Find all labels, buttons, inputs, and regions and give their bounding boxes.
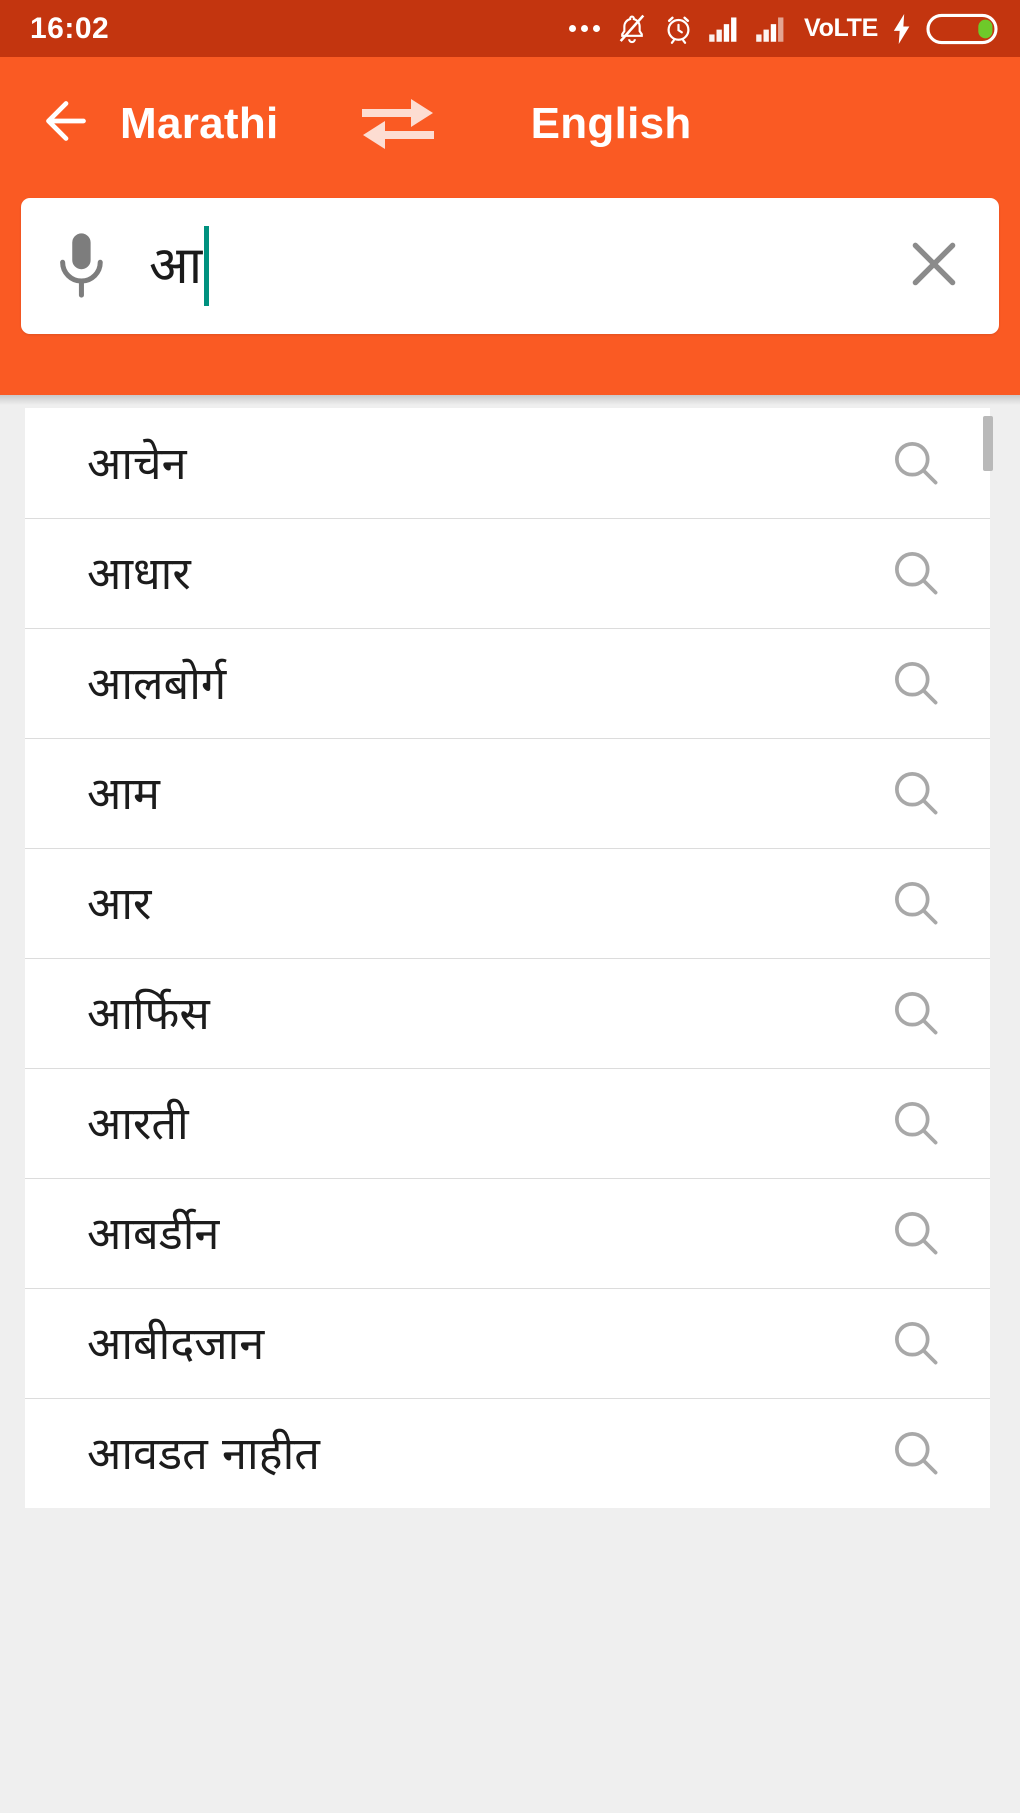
scrollbar-thumb[interactable] [983,416,993,471]
search-magnifier-icon[interactable] [888,985,944,1041]
more-dots-icon [569,25,601,32]
suggestions-list-area: आचेन आधार आलबोर्ग आम आर आर्फिस आरती आबर्… [0,395,1020,1813]
list-top-shadow [0,395,1020,405]
volte-label: VoLTE [804,14,878,42]
list-item[interactable]: आर [25,848,990,958]
list-item[interactable]: आलबोर्ग [25,628,990,738]
suggestion-label: आम [87,766,160,820]
search-magnifier-icon[interactable] [888,875,944,931]
search-magnifier-icon[interactable] [888,1095,944,1151]
suggestion-label: आबर्डीन [87,1206,220,1260]
search-magnifier-icon[interactable] [888,1205,944,1261]
list-item[interactable]: आधार [25,518,990,628]
close-x-icon [903,233,965,300]
suggestion-label: आर्फिस [87,986,210,1040]
list-item[interactable]: आवडत नाहीत [25,1398,990,1508]
bell-muted-icon [615,12,649,46]
suggestion-label: आवडत नाहीत [87,1426,320,1480]
back-button[interactable] [18,76,114,172]
clear-search-button[interactable] [869,198,999,334]
search-magnifier-icon[interactable] [888,655,944,711]
signal-bars-2-icon [755,15,789,43]
search-magnifier-icon[interactable] [888,545,944,601]
suggestion-label: आचेन [87,436,187,490]
list-scrollbar[interactable] [983,408,993,1608]
suggestions-card: आचेन आधार आलबोर्ग आम आर आर्फिस आरती आबर्… [25,408,990,1508]
text-cursor [204,226,210,306]
suggestion-label: आरती [87,1096,189,1150]
status-bar: 16:02 VoLTE [0,0,1020,57]
alarm-clock-icon [662,12,695,45]
search-magnifier-icon[interactable] [888,1425,944,1481]
signal-bars-1-icon [708,15,742,43]
suggestion-label: आर [87,876,152,930]
suggestion-label: आबीदजान [87,1316,265,1370]
search-bar-container: आ [0,190,1020,395]
suggestion-label: आधार [87,546,191,600]
swap-languages-button[interactable] [343,81,453,167]
app-bar: Marathi English [0,57,1020,190]
phone-screen: 16:02 VoLTE Marathi English आ आचेन आधार … [0,0,1020,1813]
search-magnifier-icon[interactable] [888,1315,944,1371]
status-clock: 16:02 [30,11,110,45]
list-item[interactable]: आर्फिस [25,958,990,1068]
charging-bolt-icon [891,13,913,44]
search-magnifier-icon[interactable] [888,435,944,491]
search-magnifier-icon[interactable] [888,765,944,821]
microphone-icon [52,229,110,304]
swap-horizontal-icon [358,90,438,157]
voice-search-button[interactable] [21,198,141,334]
list-item[interactable]: आरती [25,1068,990,1178]
list-item[interactable]: आबर्डीन [25,1178,990,1288]
list-item[interactable]: आबीदजान [25,1288,990,1398]
target-language-button[interactable]: English [531,99,692,149]
status-icon-tray: VoLTE [569,12,998,46]
list-item[interactable]: आम [25,738,990,848]
suggestion-label: आलबोर्ग [87,656,227,710]
search-input-area[interactable]: आ [141,198,869,334]
source-language-button[interactable]: Marathi [120,99,279,149]
search-field[interactable]: आ [21,198,999,334]
list-item[interactable]: आचेन [25,408,990,518]
search-input-value: आ [149,236,203,296]
battery-icon [926,12,998,46]
arrow-left-icon [36,91,96,156]
